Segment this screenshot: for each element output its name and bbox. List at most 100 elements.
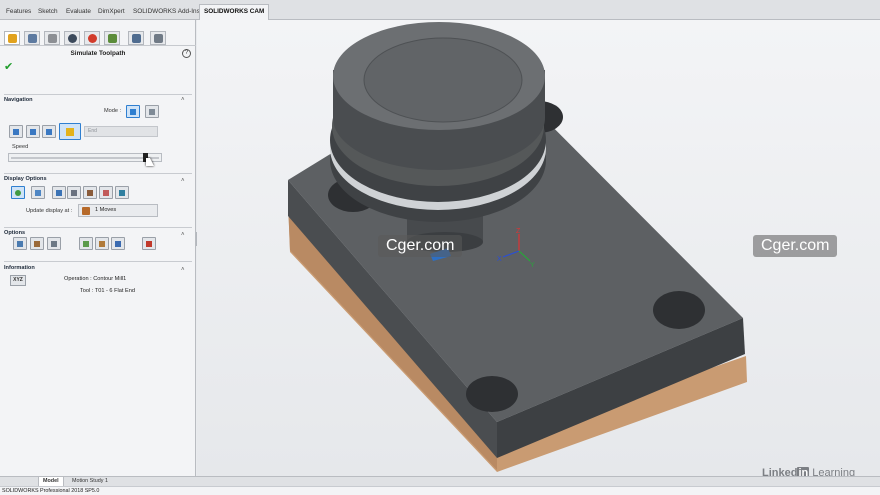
graphics-viewport[interactable]: Z X Y Cger.com Cger.com	[197, 20, 880, 476]
ok-check-icon[interactable]: ✔	[4, 62, 13, 73]
update-display-value: 1 Moves	[95, 207, 117, 213]
part-display-icon	[35, 190, 41, 196]
operation-icon	[108, 34, 117, 43]
options-divider	[4, 227, 192, 228]
step-forward-icon	[46, 129, 52, 135]
rewind-icon	[13, 129, 19, 135]
toolpath-display-icon	[119, 190, 125, 196]
solid-display-icon	[56, 190, 62, 196]
update-display-label: Update display at :	[26, 208, 73, 214]
navigation-section-title[interactable]: Navigation	[4, 97, 33, 103]
pause-icon	[66, 128, 74, 136]
watermark-left: Cger.com	[378, 235, 463, 257]
cam-tree-icon	[8, 34, 17, 43]
display-mode-4-button[interactable]	[99, 186, 113, 199]
display-options-title[interactable]: Display Options	[4, 176, 47, 182]
dimxpert-tab[interactable]	[64, 31, 80, 45]
tab-features[interactable]: Features	[1, 4, 36, 20]
watermark-right: Cger.com	[753, 235, 838, 257]
tab-solidworks-add-ins[interactable]: SOLIDWORKS Add-Ins	[128, 4, 205, 20]
tool-info: Tool : T01 - 6 Flat End	[80, 288, 135, 294]
tab-sketch[interactable]: Sketch	[33, 4, 63, 20]
show-part-button[interactable]	[31, 186, 45, 199]
tab-evaluate[interactable]: Evaluate	[61, 4, 96, 20]
hole-4	[466, 376, 518, 412]
option-5-button[interactable]	[95, 237, 109, 250]
configuration-tab[interactable]	[44, 31, 60, 45]
speed-slider-track	[11, 157, 159, 159]
document-tabs: Model Motion Study 1	[0, 476, 880, 487]
stock-display-icon	[15, 190, 21, 196]
triad-x-label: X	[497, 256, 502, 263]
option-4-icon	[83, 241, 89, 247]
gouge-display-icon	[103, 190, 109, 196]
option-2-icon	[34, 241, 40, 247]
mouse-cursor-icon	[146, 158, 154, 166]
information-collapse-icon[interactable]: ˄	[181, 267, 185, 273]
stock-mode-icon	[149, 109, 155, 115]
tool-icon	[132, 34, 141, 43]
tab-dimxpert[interactable]: DimXpert	[93, 4, 130, 20]
update-display-field[interactable]: 1 Moves	[78, 204, 158, 217]
display-options-divider	[4, 173, 192, 174]
option-6-icon	[115, 241, 121, 247]
options-title[interactable]: Options	[4, 230, 25, 236]
display-mode-5-button[interactable]	[115, 186, 129, 199]
help-icon[interactable]: ?	[182, 49, 191, 58]
panel-tab-strip	[0, 30, 196, 46]
information-title[interactable]: Information	[4, 265, 35, 271]
show-stock-button[interactable]	[11, 186, 25, 199]
option-2-button[interactable]	[30, 237, 44, 250]
cap-top-recess	[363, 37, 523, 123]
option-3-icon	[51, 241, 57, 247]
cam-feature-tree-tab[interactable]	[4, 31, 20, 45]
end-field[interactable]: End	[84, 126, 158, 137]
moves-icon	[82, 207, 90, 215]
display-mode-2-button[interactable]	[67, 186, 81, 199]
cam-nc-tab[interactable]	[150, 31, 166, 45]
navigation-collapse-icon[interactable]: ˄	[181, 97, 185, 103]
command-manager-tabs: Features Sketch Evaluate DimXpert SOLIDW…	[0, 0, 880, 20]
options-collapse-icon[interactable]: ˄	[181, 232, 185, 238]
mode-label: Mode :	[104, 108, 122, 114]
step-forward-button[interactable]	[42, 125, 56, 138]
appearance-icon	[88, 34, 97, 43]
property-manager-tab[interactable]	[24, 31, 40, 45]
display-mode-3-button[interactable]	[83, 186, 97, 199]
mode-stock-button[interactable]	[145, 105, 159, 118]
option-tools-button[interactable]	[142, 237, 156, 250]
step-back-button[interactable]	[26, 125, 40, 138]
option-3-button[interactable]	[47, 237, 61, 250]
option-1-button[interactable]	[13, 237, 27, 250]
speed-slider[interactable]	[8, 153, 162, 162]
option-6-button[interactable]	[111, 237, 125, 250]
rewind-button[interactable]	[9, 125, 23, 138]
display-mode-1-button[interactable]	[52, 186, 66, 199]
option-4-button[interactable]	[79, 237, 93, 250]
cam-operation-tab[interactable]	[104, 31, 120, 45]
configuration-icon	[48, 34, 57, 43]
tab-solidworks-cam[interactable]: SOLIDWORKS CAM	[199, 4, 270, 20]
cam-tool-tab[interactable]	[128, 31, 144, 45]
status-bar: SOLIDWORKS Professional 2018 SP5.0	[0, 486, 880, 495]
operation-info: Operation : Contour Mill1	[64, 276, 127, 282]
panel-title: Simulate Toolpath	[70, 50, 126, 57]
triad-z-label: Z	[516, 228, 521, 235]
xyz-button[interactable]: XYZ	[10, 275, 26, 286]
appearance-tab[interactable]	[84, 31, 100, 45]
target-icon	[68, 34, 77, 43]
step-back-icon	[30, 129, 36, 135]
option-5-icon	[99, 241, 105, 247]
pause-button[interactable]	[59, 123, 81, 140]
option-1-icon	[17, 241, 23, 247]
triad-y-label: Y	[530, 262, 535, 269]
tools-icon	[146, 241, 152, 247]
tool-mode-icon	[130, 109, 136, 115]
property-manager-panel: Simulate Toolpath ? ✔ Navigation ˄ Mode …	[0, 20, 196, 476]
property-icon	[28, 34, 37, 43]
speed-label: Speed	[12, 144, 29, 150]
nc-icon	[154, 34, 163, 43]
display-options-collapse-icon[interactable]: ˄	[181, 178, 185, 184]
mode-tool-button[interactable]	[126, 105, 140, 118]
information-divider	[4, 261, 192, 262]
